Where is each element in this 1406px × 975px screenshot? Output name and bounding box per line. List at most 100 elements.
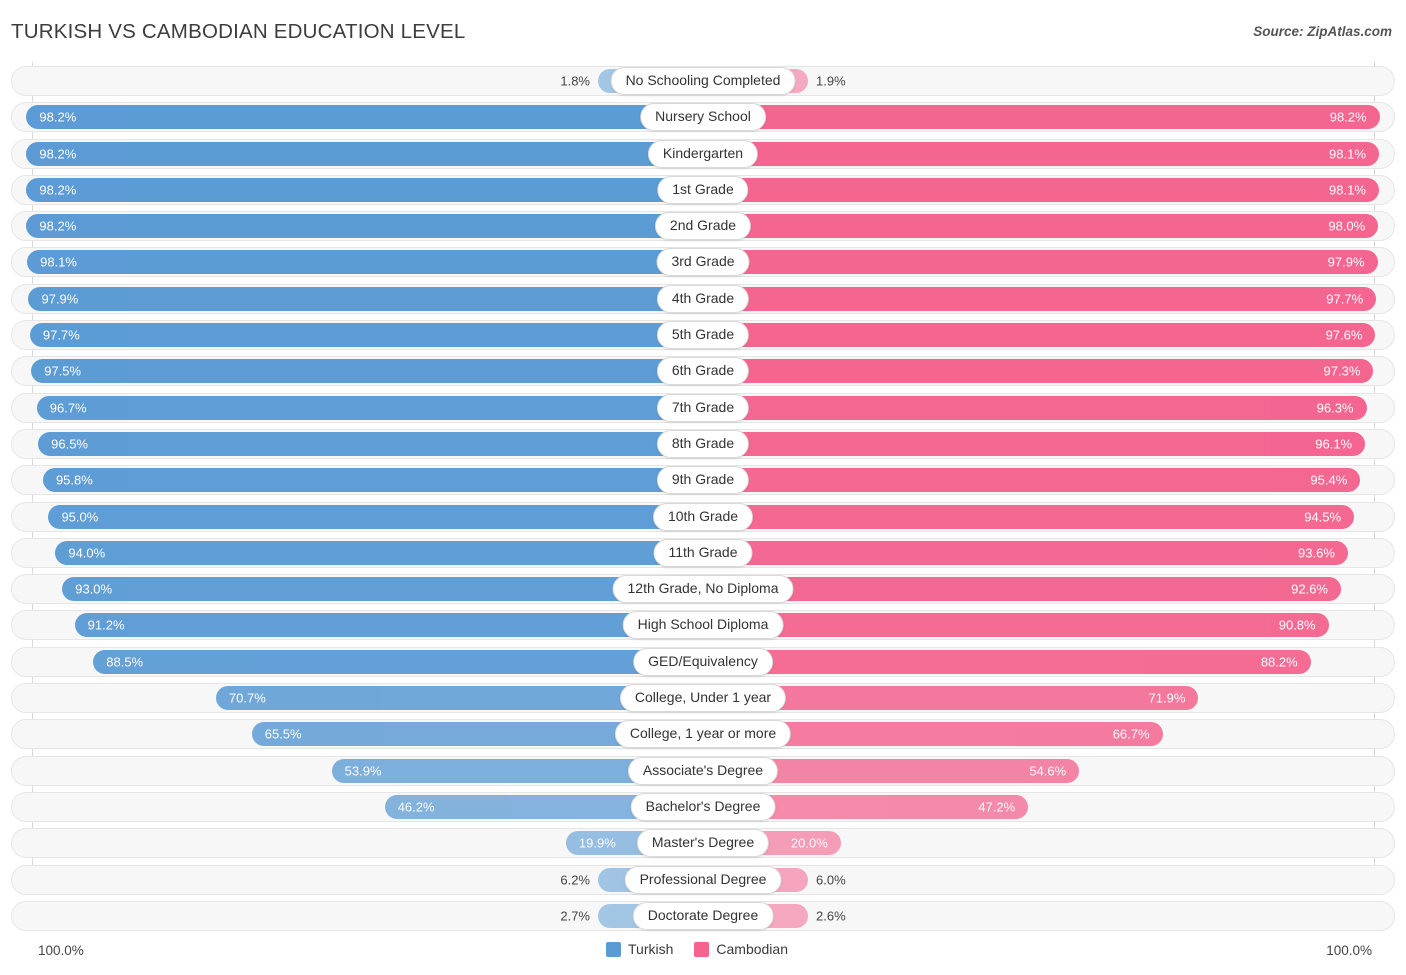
bar-value-turkish: 1.8% [560, 73, 590, 89]
bar-turkish[interactable]: 91.2% [74, 613, 703, 638]
chart-header: TURKISH VS CAMBODIAN EDUCATION LEVEL Sou… [0, 0, 1406, 62]
table-row: 2.7% 2.6% Doctorate Degree [0, 900, 1406, 931]
bar-cambodian[interactable]: 98.0% [703, 214, 1379, 239]
table-row: 91.2% 90.8% High School Diploma [0, 610, 1406, 641]
table-row: 93.0% 92.6% 12th Grade, No Diploma [0, 574, 1406, 605]
bar-value-turkish: 98.1% [40, 254, 77, 270]
bar-turkish[interactable]: 96.5% [38, 431, 703, 456]
bar-value-cambodian: 6.0% [816, 872, 846, 888]
bar-cambodian[interactable]: 90.8% [703, 613, 1329, 638]
bar-value-turkish: 70.7% [228, 690, 266, 706]
table-row: 95.8% 95.4% 9th Grade [0, 465, 1406, 496]
category-label: 6th Grade [656, 357, 750, 386]
bar-value-turkish: 94.0% [68, 545, 106, 561]
bar-value-turkish: 88.5% [106, 654, 144, 670]
bar-cambodian[interactable]: 98.2% [703, 105, 1380, 130]
table-row: 19.9% 20.0% Master's Degree [0, 828, 1406, 859]
bar-value-turkish: 46.2% [397, 799, 435, 815]
table-row: 1.8% 1.9% No Schooling Completed [0, 66, 1406, 96]
table-row: 88.5% 88.2% GED/Equivalency [0, 646, 1406, 677]
bar-value-turkish: 6.2% [560, 872, 590, 888]
category-label: College, Under 1 year [619, 684, 787, 713]
category-label: Nursery School [640, 103, 766, 132]
bar-turkish[interactable]: 95.0% [48, 504, 703, 529]
bar-value-turkish: 96.7% [49, 400, 87, 416]
category-label: 7th Grade [656, 393, 750, 422]
bar-turkish[interactable]: 94.0% [55, 540, 703, 565]
category-label: 9th Grade [656, 466, 750, 495]
table-row: 46.2% 47.2% Bachelor's Degree [0, 791, 1406, 822]
bar-value-cambodian: 97.7% [1326, 291, 1364, 307]
bar-cambodian[interactable]: 97.3% [703, 359, 1374, 384]
bar-turkish[interactable]: 98.2% [26, 214, 703, 239]
legend-item-turkish[interactable]: Turkish [606, 941, 673, 957]
bar-value-turkish: 95.8% [55, 472, 93, 488]
bar-turkish[interactable]: 97.9% [28, 286, 703, 311]
bar-value-cambodian: 97.6% [1325, 327, 1363, 343]
table-row: 96.7% 96.3% 7th Grade [0, 392, 1406, 423]
bar-value-cambodian: 1.9% [816, 73, 846, 89]
bar-value-cambodian: 97.9% [1327, 254, 1365, 270]
category-label: GED/Equivalency [633, 647, 773, 676]
table-row: 65.5% 66.7% College, 1 year or more [0, 719, 1406, 750]
table-row: 97.9% 97.7% 4th Grade [0, 283, 1406, 314]
category-label: Professional Degree [624, 865, 782, 894]
table-row: 98.2% 98.1% Kindergarten [0, 138, 1406, 169]
table-row: 96.5% 96.1% 8th Grade [0, 428, 1406, 459]
bar-turkish[interactable]: 97.5% [31, 359, 703, 384]
table-row: 97.5% 97.3% 6th Grade [0, 356, 1406, 387]
bar-value-cambodian: 96.1% [1315, 436, 1353, 452]
bar-cambodian[interactable]: 92.6% [703, 577, 1341, 602]
bar-turkish[interactable]: 95.8% [42, 468, 703, 493]
bar-value-turkish: 19.9% [578, 835, 616, 851]
category-label: 10th Grade [652, 502, 754, 531]
legend-item-cambodian[interactable]: Cambodian [694, 941, 788, 957]
table-row: 95.0% 94.5% 10th Grade [0, 501, 1406, 532]
category-label: Master's Degree [636, 829, 770, 858]
bar-turkish[interactable]: 98.1% [27, 250, 703, 275]
bar-cambodian[interactable]: 97.7% [703, 286, 1377, 311]
bar-value-turkish: 98.2% [39, 146, 77, 162]
bar-turkish[interactable]: 98.2% [26, 141, 703, 166]
bar-turkish[interactable]: 88.5% [93, 649, 703, 674]
bar-turkish[interactable]: 98.2% [26, 105, 703, 130]
bar-turkish[interactable]: 93.0% [62, 577, 703, 602]
category-label: 2nd Grade [654, 212, 752, 241]
bar-cambodian[interactable]: 95.4% [703, 468, 1361, 493]
bar-value-turkish: 97.5% [44, 363, 82, 379]
bar-cambodian[interactable]: 88.2% [703, 649, 1311, 674]
bar-value-turkish: 93.0% [75, 581, 113, 597]
bar-cambodian[interactable]: 96.3% [703, 395, 1367, 420]
bar-value-cambodian: 20.0% [790, 835, 828, 851]
category-label: 5th Grade [656, 321, 750, 350]
bar-cambodian[interactable]: 97.6% [703, 323, 1376, 348]
bar-value-turkish: 2.7% [560, 908, 590, 924]
bar-cambodian[interactable]: 98.1% [703, 141, 1379, 166]
bar-value-cambodian: 66.7% [1112, 726, 1150, 742]
bar-value-cambodian: 96.3% [1316, 400, 1354, 416]
bar-value-cambodian: 93.6% [1298, 545, 1335, 561]
category-label: 1st Grade [657, 175, 749, 204]
category-label: 4th Grade [656, 284, 750, 313]
bar-rows-container: 1.8% 1.9% No Schooling Completed 98.2% 98.2%… [0, 66, 1406, 937]
table-row: 53.9% 54.6% Associate's Degree [0, 755, 1406, 786]
table-row: 70.7% 71.9% College, Under 1 year [0, 683, 1406, 714]
bar-cambodian[interactable]: 93.6% [703, 540, 1348, 565]
bar-turkish[interactable]: 98.2% [26, 177, 703, 202]
table-row: 98.2% 98.1% 1st Grade [0, 174, 1406, 205]
page-title: TURKISH VS CAMBODIAN EDUCATION LEVEL [11, 20, 466, 43]
category-label: Associate's Degree [627, 756, 779, 785]
bar-turkish[interactable]: 96.7% [36, 395, 703, 420]
bar-value-cambodian: 94.5% [1304, 509, 1342, 525]
bar-turkish[interactable]: 97.7% [29, 323, 703, 348]
bar-cambodian[interactable]: 94.5% [703, 504, 1355, 529]
axis-label-left-max: 100.0% [38, 943, 84, 958]
category-label: No Schooling Completed [610, 67, 796, 95]
bar-cambodian[interactable]: 96.1% [703, 431, 1366, 456]
bar-value-cambodian: 98.1% [1329, 146, 1366, 162]
bar-cambodian[interactable]: 98.1% [703, 177, 1379, 202]
bar-value-turkish: 65.5% [264, 726, 302, 742]
bar-value-cambodian: 97.3% [1323, 363, 1361, 379]
bar-cambodian[interactable]: 97.9% [703, 250, 1378, 275]
bar-value-turkish: 97.7% [42, 327, 80, 343]
